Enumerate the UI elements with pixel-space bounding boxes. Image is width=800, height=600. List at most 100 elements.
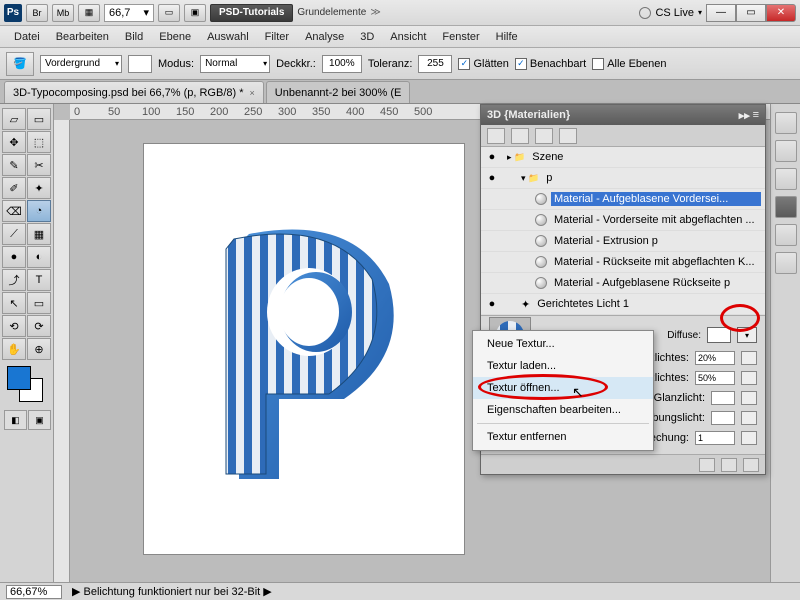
diffuse-swatch[interactable] bbox=[707, 327, 731, 343]
dock-icon-6[interactable] bbox=[775, 252, 797, 274]
panel-menu-icon[interactable]: ≡ bbox=[753, 109, 759, 121]
doc-tab-2[interactable]: Unbenannt-2 bei 300% (E bbox=[266, 81, 411, 103]
antialias-checkbox[interactable]: ✓Glätten bbox=[458, 58, 508, 70]
tool-bucket[interactable]: ◔ bbox=[27, 200, 51, 222]
tree-row[interactable]: Material - Rückseite mit abgeflachten K.… bbox=[481, 252, 765, 273]
visibility-icon[interactable]: ● bbox=[485, 298, 499, 310]
menu-hilfe[interactable]: Hilfe bbox=[488, 28, 526, 46]
tool-blur[interactable]: ● bbox=[2, 246, 26, 268]
panel-footer-icon-1[interactable] bbox=[699, 458, 715, 472]
tool-heal[interactable]: ✐ bbox=[2, 177, 26, 199]
fill-dropdown[interactable]: Vordergrund bbox=[40, 55, 122, 73]
arrange-icon[interactable]: ▭ bbox=[158, 4, 180, 22]
filter-mesh-icon[interactable] bbox=[511, 128, 529, 144]
screenmode-icon[interactable]: ▣ bbox=[184, 4, 206, 22]
tool-marquee[interactable]: ▭ bbox=[27, 108, 51, 130]
property-menu-icon[interactable] bbox=[741, 351, 757, 365]
tree-row[interactable]: Material - Aufgeblasene Rückseite p bbox=[481, 273, 765, 294]
color-swatches[interactable] bbox=[7, 366, 47, 406]
tool-wand[interactable]: ⬚ bbox=[27, 131, 51, 153]
fg-color-swatch[interactable] bbox=[7, 366, 31, 390]
tree-row[interactable]: Material - Extrusion p bbox=[481, 231, 765, 252]
tolerance-field[interactable]: 255 bbox=[418, 55, 452, 73]
panel-footer-trash-icon[interactable] bbox=[743, 458, 759, 472]
tree-row[interactable]: ●✦Gerichtetes Licht 1 bbox=[481, 294, 765, 315]
dock-icon-3d[interactable] bbox=[775, 196, 797, 218]
tree-row[interactable]: Material - Aufgeblasene Vordersei... bbox=[481, 189, 765, 210]
tree-row[interactable]: Material - Vorderseite mit abgeflachten … bbox=[481, 210, 765, 231]
property-field[interactable]: 20% bbox=[695, 351, 735, 365]
tool-hand[interactable]: ✋ bbox=[2, 338, 26, 360]
filter-light-icon[interactable] bbox=[559, 128, 577, 144]
contiguous-checkbox[interactable]: ✓Benachbart bbox=[515, 58, 586, 70]
quickmask-icon[interactable]: ◧ bbox=[4, 410, 27, 430]
menu-bearbeiten[interactable]: Bearbeiten bbox=[48, 28, 117, 46]
bridge-icon[interactable]: Br bbox=[26, 4, 48, 22]
tool-eyedrop[interactable]: ✂ bbox=[27, 154, 51, 176]
tool-preset-icon[interactable]: 🪣 bbox=[6, 52, 34, 76]
tool-shape[interactable]: ▭ bbox=[27, 292, 51, 314]
tool-path[interactable]: ↖ bbox=[2, 292, 26, 314]
visibility-icon[interactable]: ● bbox=[485, 172, 499, 184]
diffuse-texture-menu[interactable]: ▾ bbox=[737, 327, 757, 343]
menu-auswahl[interactable]: Auswahl bbox=[199, 28, 257, 46]
property-swatch[interactable] bbox=[711, 411, 735, 425]
tool-pen[interactable]: ⤴ bbox=[2, 269, 26, 291]
tool-3drotate[interactable]: ⟲ bbox=[2, 315, 26, 337]
tool-crop[interactable]: ✎ bbox=[2, 154, 26, 176]
alllayers-checkbox[interactable]: Alle Ebenen bbox=[592, 58, 666, 70]
pattern-swatch[interactable] bbox=[128, 55, 152, 73]
tool-3dcam[interactable]: ⟳ bbox=[27, 315, 51, 337]
zoom-field[interactable]: 66,7▾ bbox=[104, 4, 154, 22]
tool-stamp[interactable]: ⌫ bbox=[2, 200, 26, 222]
tool-type[interactable]: T bbox=[27, 269, 51, 291]
filter-scene-icon[interactable] bbox=[487, 128, 505, 144]
canvas[interactable] bbox=[144, 144, 464, 554]
menu-analyse[interactable]: Analyse bbox=[297, 28, 352, 46]
panel-footer-icon-2[interactable] bbox=[721, 458, 737, 472]
minibridge-icon[interactable]: Mb bbox=[52, 4, 74, 22]
context-menu-item[interactable]: Textur laden... bbox=[473, 355, 653, 377]
cslive-button[interactable]: CS Live ▾ bbox=[639, 7, 702, 19]
tool-lasso[interactable]: ✥ bbox=[2, 131, 26, 153]
menu-3d[interactable]: 3D bbox=[352, 28, 382, 46]
close-tab-icon[interactable]: × bbox=[250, 88, 255, 98]
menu-ebene[interactable]: Ebene bbox=[151, 28, 199, 46]
property-menu-icon[interactable] bbox=[741, 391, 757, 405]
menu-fenster[interactable]: Fenster bbox=[434, 28, 487, 46]
dock-icon-5[interactable] bbox=[775, 224, 797, 246]
visibility-icon[interactable]: ● bbox=[485, 151, 499, 163]
status-zoom[interactable]: 66,67% bbox=[6, 585, 62, 599]
close-button[interactable]: ✕ bbox=[766, 4, 796, 22]
property-swatch[interactable] bbox=[711, 391, 735, 405]
tree-row[interactable]: ●▸ 📁Szene bbox=[481, 147, 765, 168]
filter-material-icon[interactable] bbox=[535, 128, 553, 144]
property-menu-icon[interactable] bbox=[741, 411, 757, 425]
dock-icon-1[interactable] bbox=[775, 112, 797, 134]
minimize-button[interactable]: — bbox=[706, 4, 736, 22]
property-menu-icon[interactable] bbox=[741, 371, 757, 385]
property-menu-icon[interactable] bbox=[741, 431, 757, 445]
context-menu-item[interactable]: Eigenschaften bearbeiten... bbox=[473, 399, 653, 421]
dock-icon-2[interactable] bbox=[775, 140, 797, 162]
screenmode-toggle[interactable]: ▣ bbox=[28, 410, 51, 430]
context-menu-item[interactable]: Textur öffnen... bbox=[473, 377, 653, 399]
tool-move[interactable]: ▱ bbox=[2, 108, 26, 130]
maximize-button[interactable]: ▭ bbox=[736, 4, 766, 22]
view-extras-icon[interactable]: ▦ bbox=[78, 4, 100, 22]
tool-gradient[interactable]: ▦ bbox=[27, 223, 51, 245]
tree-row[interactable]: ●▾ 📁p bbox=[481, 168, 765, 189]
dock-icon-3[interactable] bbox=[775, 168, 797, 190]
mode-dropdown[interactable]: Normal bbox=[200, 55, 270, 73]
menu-ansicht[interactable]: Ansicht bbox=[382, 28, 434, 46]
menu-filter[interactable]: Filter bbox=[257, 28, 297, 46]
property-field[interactable]: 50% bbox=[695, 371, 735, 385]
panel-title[interactable]: 3D {Materialien}▸▸ ≡ bbox=[481, 105, 765, 125]
tool-dodge[interactable]: ◐ bbox=[27, 246, 51, 268]
tool-zoom[interactable]: ⊕ bbox=[27, 338, 51, 360]
workspace-button[interactable]: PSD-Tutorials bbox=[210, 4, 293, 22]
more-icon[interactable]: ≫ bbox=[370, 7, 380, 18]
menu-datei[interactable]: Datei bbox=[6, 28, 48, 46]
workspace-label[interactable]: Grundelemente bbox=[297, 7, 366, 18]
context-menu-item[interactable]: Neue Textur... bbox=[473, 333, 653, 355]
